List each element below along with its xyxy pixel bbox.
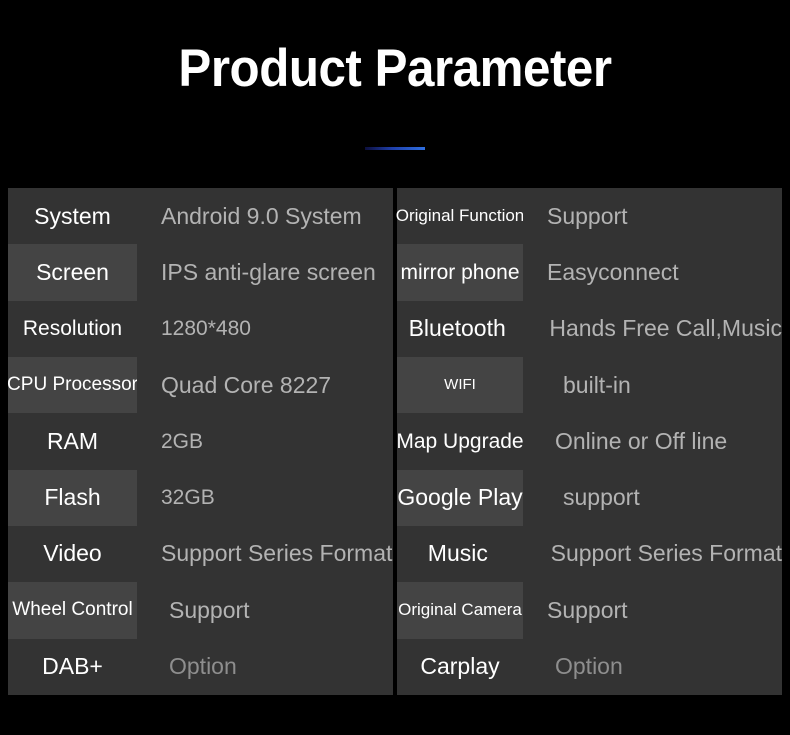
parameter-table-left: System Android 9.0 System Screen IPS ant… <box>7 188 393 695</box>
param-label: RAM <box>8 413 137 470</box>
param-label: Resolution <box>8 300 137 357</box>
param-value: 32GB <box>137 469 393 526</box>
param-value: Hands Free Call,Music <box>517 300 782 357</box>
param-value: Online or Off line <box>523 413 782 470</box>
table-row: Video Support Series Format <box>8 525 393 583</box>
param-value: 1280*480 <box>137 300 393 357</box>
table-row: Resolution 1280*480 <box>8 300 393 357</box>
title-accent-bar <box>365 147 425 150</box>
param-value: IPS anti-glare screen <box>137 244 393 301</box>
param-label: CPU Processor <box>7 356 138 414</box>
param-value: Android 9.0 System <box>137 188 393 245</box>
table-row: Music Support Series Format <box>397 525 782 583</box>
table-row: Wheel Control Support <box>8 582 393 639</box>
parameter-tables: System Android 9.0 System Screen IPS ant… <box>0 188 790 695</box>
table-row: DAB+ Option <box>8 638 393 695</box>
param-value: built-in <box>523 356 782 414</box>
param-label: Screen <box>8 244 137 301</box>
param-label: Video <box>8 525 137 583</box>
table-row: Original Function Support <box>396 188 782 245</box>
param-value: Support <box>137 582 393 639</box>
param-value: Support Series Format <box>518 525 782 583</box>
param-label: Original Function <box>396 188 524 245</box>
table-row: Google Play support <box>397 469 782 526</box>
param-label: mirror phone <box>397 244 523 301</box>
param-label: Music <box>397 525 519 583</box>
table-row: CPU Processor Quad Core 8227 <box>7 356 393 414</box>
param-label: System <box>8 188 137 245</box>
param-label: Google Play <box>397 469 523 526</box>
table-row: Bluetooth Hands Free Call,Music <box>397 300 782 357</box>
param-value: Easyconnect <box>523 244 782 301</box>
param-label: Original Camera <box>397 582 523 639</box>
param-label: Map Upgrade <box>396 413 524 470</box>
table-row: Carplay Option <box>397 638 782 695</box>
table-row: mirror phone Easyconnect <box>397 244 782 301</box>
param-label: WIFI <box>397 356 523 414</box>
page-header: Product Parameter <box>0 0 790 188</box>
table-row: Map Upgrade Online or Off line <box>396 413 782 470</box>
param-value: Support <box>523 188 782 245</box>
table-row: Original Camera Support <box>397 582 782 639</box>
param-value: Quad Core 8227 <box>137 356 393 414</box>
table-row: Screen IPS anti-glare screen <box>8 244 393 301</box>
param-label: DAB+ <box>8 638 137 695</box>
param-value: Support Series Format <box>137 525 393 583</box>
parameter-table-right: Original Function Support mirror phone E… <box>396 188 782 695</box>
param-label: Wheel Control <box>8 582 137 639</box>
param-value: 2GB <box>137 413 393 470</box>
param-value: Option <box>137 638 393 695</box>
param-label: Bluetooth <box>397 300 518 357</box>
param-value: support <box>523 469 782 526</box>
table-row: System Android 9.0 System <box>8 188 393 245</box>
page-title: Product Parameter <box>178 39 612 98</box>
table-row: Flash 32GB <box>8 469 393 526</box>
param-value: Support <box>523 582 782 639</box>
param-value: Option <box>523 638 782 695</box>
product-parameter-page: Product Parameter System Android 9.0 Sys… <box>0 0 790 735</box>
param-label: Carplay <box>397 638 523 695</box>
param-label: Flash <box>8 469 137 526</box>
table-row: WIFI built-in <box>397 356 782 414</box>
table-row: RAM 2GB <box>8 413 393 470</box>
